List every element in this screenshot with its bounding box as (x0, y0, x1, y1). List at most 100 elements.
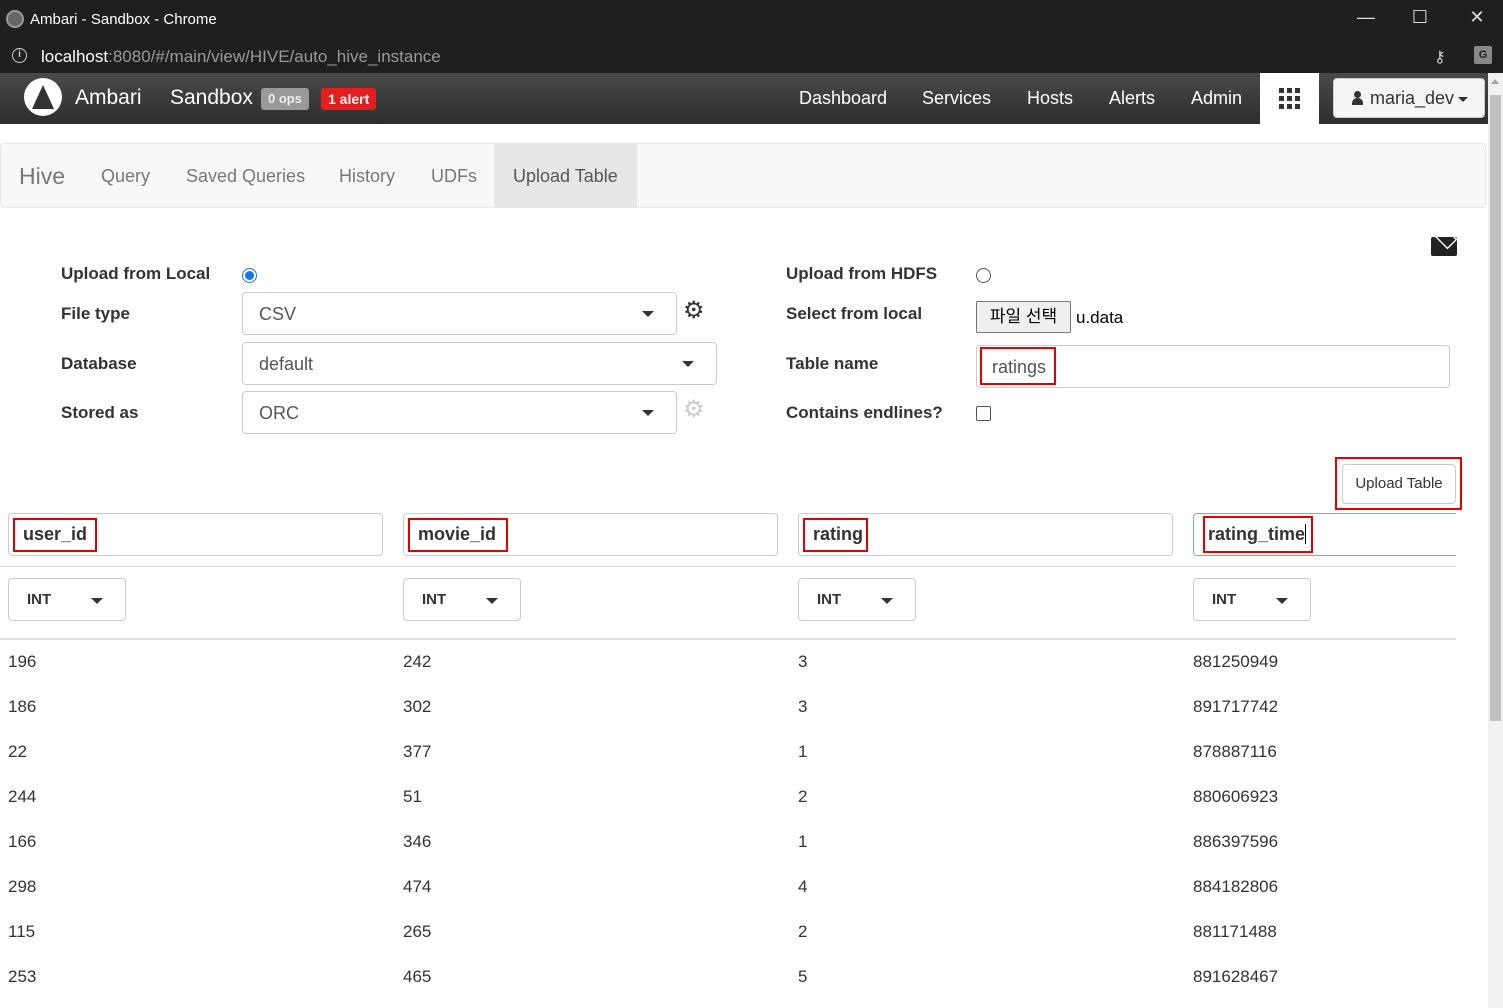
database-label: Database (61, 354, 137, 373)
table-cell: 3 (798, 652, 808, 671)
table-cell: 5 (798, 967, 808, 986)
url-host: localhost (41, 47, 109, 66)
chevron-down-icon (682, 361, 694, 367)
window-titlebar: Ambari - Sandbox - Chrome — ☐ ✕ (0, 0, 1503, 39)
table-cell: 881250949 (1193, 652, 1279, 671)
table-cell: 881171488 (1193, 922, 1277, 941)
key-icon[interactable]: ⚷ (1434, 47, 1446, 67)
column-type: INT (1212, 591, 1237, 608)
tab-upload-table[interactable]: Upload Table (494, 144, 637, 207)
column-type-select[interactable]: INT (1193, 578, 1311, 621)
table-cell: 265 (403, 922, 432, 941)
hive-view-nav: Hive Query Saved Queries History UDFs Up… (0, 143, 1486, 208)
table-cell: 474 (403, 877, 432, 896)
envelope-icon[interactable] (1431, 237, 1457, 256)
chevron-down-icon (642, 311, 654, 317)
database-select[interactable]: default (242, 342, 717, 385)
grid-icon (1279, 88, 1300, 109)
table-name-label: Table name (786, 354, 879, 373)
table-cell: 242 (403, 652, 432, 671)
chevron-down-icon (1458, 97, 1468, 102)
table-cell: 2 (798, 787, 808, 806)
url-text[interactable]: localhost:8080/#/main/view/HIVE/auto_hiv… (41, 47, 441, 67)
nav-alerts[interactable]: Alerts (1109, 88, 1155, 109)
tab-history[interactable]: History (339, 166, 395, 187)
file-type-select[interactable]: CSV (242, 292, 677, 335)
table-cell: 302 (403, 697, 432, 716)
table-cell: 346 (403, 832, 432, 851)
file-type-value: CSV (259, 304, 297, 324)
scrollbar-thumb[interactable] (1490, 95, 1501, 721)
tab-query[interactable]: Query (101, 166, 150, 187)
column-type-select[interactable]: INT (403, 578, 521, 621)
stored-as-label: Stored as (61, 403, 139, 422)
chevron-down-icon (881, 598, 893, 604)
tab-saved-queries[interactable]: Saved Queries (186, 166, 305, 187)
table-cell: 115 (8, 922, 36, 941)
chevron-down-icon (486, 598, 498, 604)
table-cell: 186 (8, 697, 37, 716)
nav-admin[interactable]: Admin (1191, 88, 1242, 109)
maximize-button[interactable]: ☐ (1405, 7, 1435, 28)
upload-local-label: Upload from Local (61, 264, 211, 283)
nav-dashboard[interactable]: Dashboard (799, 88, 887, 109)
page-scrollbar[interactable] (1488, 73, 1503, 1008)
highlight-box (980, 347, 1056, 385)
address-bar[interactable]: i localhost:8080/#/main/view/HIVE/auto_h… (0, 39, 1503, 73)
table-cell: 1 (798, 832, 808, 851)
window-title: Ambari - Sandbox - Chrome (30, 11, 217, 28)
table-cell: 298 (8, 877, 37, 896)
scroll-up-arrow-icon[interactable] (1491, 79, 1499, 84)
upload-hdfs-label: Upload from HDFS (786, 264, 938, 283)
user-icon (1352, 91, 1363, 105)
highlight-box (13, 518, 97, 552)
ambari-brand[interactable]: Ambari (75, 86, 142, 110)
table-cell: 253 (8, 967, 37, 986)
chevron-down-icon (1276, 598, 1288, 604)
table-cell: 4 (798, 877, 808, 896)
gear-icon: ⚙ (683, 396, 705, 423)
info-icon[interactable]: i (12, 48, 27, 63)
table-cell: 3 (798, 697, 808, 716)
highlight-box (803, 518, 868, 552)
column-type-select[interactable]: INT (8, 578, 126, 621)
select-local-label: Select from local (786, 304, 923, 323)
upload-hdfs-radio[interactable] (976, 268, 991, 283)
close-button[interactable]: ✕ (1462, 7, 1492, 28)
table-cell: 22 (8, 742, 27, 761)
endlines-checkbox[interactable] (976, 406, 991, 421)
alert-badge[interactable]: 1 alert (321, 88, 377, 110)
minimize-button[interactable]: — (1351, 7, 1381, 28)
upload-local-radio[interactable] (242, 268, 257, 283)
ambari-logo-icon[interactable] (24, 78, 62, 116)
table-cell: 2 (798, 922, 808, 941)
column-type: INT (422, 591, 447, 608)
ops-badge[interactable]: 0 ops (261, 88, 309, 110)
table-cell: 377 (403, 742, 432, 761)
chevron-down-icon (91, 598, 103, 604)
translate-icon[interactable]: G (1474, 46, 1492, 64)
table-cell: 880606923 (1193, 787, 1279, 806)
ambari-navbar: Ambari Sandbox 0 ops 1 alert Dashboard S… (0, 73, 1488, 124)
views-menu-button[interactable] (1260, 73, 1319, 124)
nav-hosts[interactable]: Hosts (1027, 88, 1073, 109)
user-menu-button[interactable]: maria_dev (1333, 78, 1485, 118)
choose-file-button[interactable]: 파일 선택 (976, 301, 1071, 333)
cluster-name[interactable]: Sandbox (170, 86, 253, 110)
table-cell: 891628467 (1193, 967, 1279, 986)
user-name: maria_dev (1370, 88, 1455, 108)
database-value: default (259, 354, 314, 374)
column-type: INT (817, 591, 842, 608)
nav-services[interactable]: Services (922, 88, 991, 109)
table-cell: 51 (403, 787, 422, 806)
url-path: :8080/#/main/view/HIVE/auto_hive_instanc… (108, 47, 441, 66)
selected-file-name: u.data (1076, 308, 1124, 327)
hive-brand[interactable]: Hive (19, 163, 65, 190)
column-type-select[interactable]: INT (798, 578, 916, 621)
file-type-label: File type (61, 304, 130, 323)
stored-as-value: ORC (259, 403, 299, 423)
chrome-app-icon (6, 10, 24, 28)
tab-udfs[interactable]: UDFs (431, 166, 477, 187)
stored-as-select[interactable]: ORC (242, 391, 677, 434)
gear-icon[interactable]: ⚙ (683, 299, 705, 323)
